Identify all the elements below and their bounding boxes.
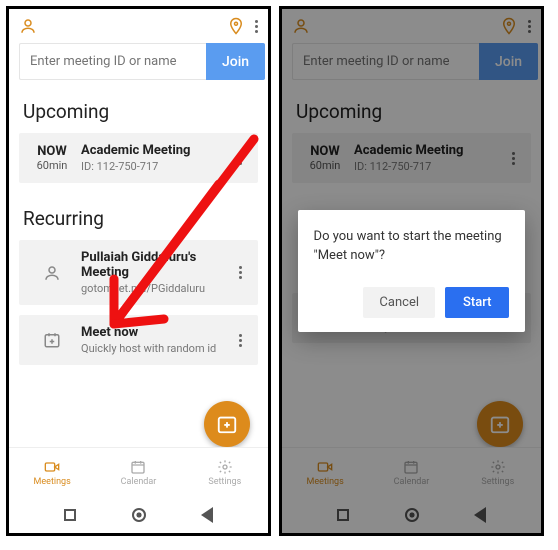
card-overflow-icon[interactable] xyxy=(228,152,252,165)
person-icon xyxy=(29,264,75,282)
recurring-heading: Recurring xyxy=(9,193,268,240)
meeting-id-label: ID: 112-750-717 xyxy=(81,160,228,173)
cancel-button[interactable]: Cancel xyxy=(363,287,435,318)
calendar-plus-icon xyxy=(29,331,75,349)
android-nav-bar xyxy=(9,497,268,533)
card-overflow-icon[interactable] xyxy=(228,334,252,347)
recurring-link: gotomeet.me/PGiddaluru xyxy=(81,282,228,295)
phone-screen-left: Join Upcoming NOW 60min Academic Meeting… xyxy=(6,6,271,536)
tab-label: Settings xyxy=(208,477,241,487)
tab-meetings[interactable]: Meetings xyxy=(9,448,95,497)
upcoming-heading: Upcoming xyxy=(9,86,268,133)
overflow-menu-icon[interactable] xyxy=(255,20,258,33)
meet-now-title: Meet now xyxy=(81,325,228,340)
tab-settings[interactable]: Settings xyxy=(182,448,268,497)
time-block: NOW 60min xyxy=(29,144,75,172)
nav-recent-icon[interactable] xyxy=(64,509,76,521)
meeting-title: Academic Meeting xyxy=(81,143,228,158)
bottom-tabs: Meetings Calendar Settings xyxy=(9,447,268,497)
start-meeting-dialog: Do you want to start the meeting "Meet n… xyxy=(298,210,526,331)
tab-calendar[interactable]: Calendar xyxy=(95,448,181,497)
phone-screen-right: Join Upcoming NOW 60min Academic Meeting… xyxy=(279,6,544,536)
recurring-meeting-card[interactable]: Pullaiah Giddaluru's Meeting gotomeet.me… xyxy=(19,240,258,305)
new-meeting-fab[interactable] xyxy=(204,401,250,447)
audio-icon[interactable] xyxy=(227,17,245,35)
modal-overlay[interactable]: Do you want to start the meeting "Meet n… xyxy=(282,9,541,533)
profile-icon[interactable] xyxy=(19,17,37,35)
card-overflow-icon[interactable] xyxy=(228,266,252,279)
nav-home-icon[interactable] xyxy=(132,508,146,522)
join-button[interactable]: Join xyxy=(206,43,265,80)
tab-label: Meetings xyxy=(34,477,71,487)
upcoming-meeting-card[interactable]: NOW 60min Academic Meeting ID: 112-750-7… xyxy=(19,133,258,183)
top-bar xyxy=(9,9,268,43)
meet-now-sub: Quickly host with random id xyxy=(81,342,228,355)
dialog-message: Do you want to start the meeting "Meet n… xyxy=(314,228,510,264)
recurring-title: Pullaiah Giddaluru's Meeting xyxy=(81,250,228,280)
meeting-id-input[interactable] xyxy=(19,43,206,80)
tab-label: Calendar xyxy=(121,477,157,487)
nav-back-icon[interactable] xyxy=(201,507,213,523)
start-button[interactable]: Start xyxy=(445,287,509,318)
search-row: Join xyxy=(9,43,268,86)
meet-now-card[interactable]: Meet now Quickly host with random id xyxy=(19,315,258,365)
